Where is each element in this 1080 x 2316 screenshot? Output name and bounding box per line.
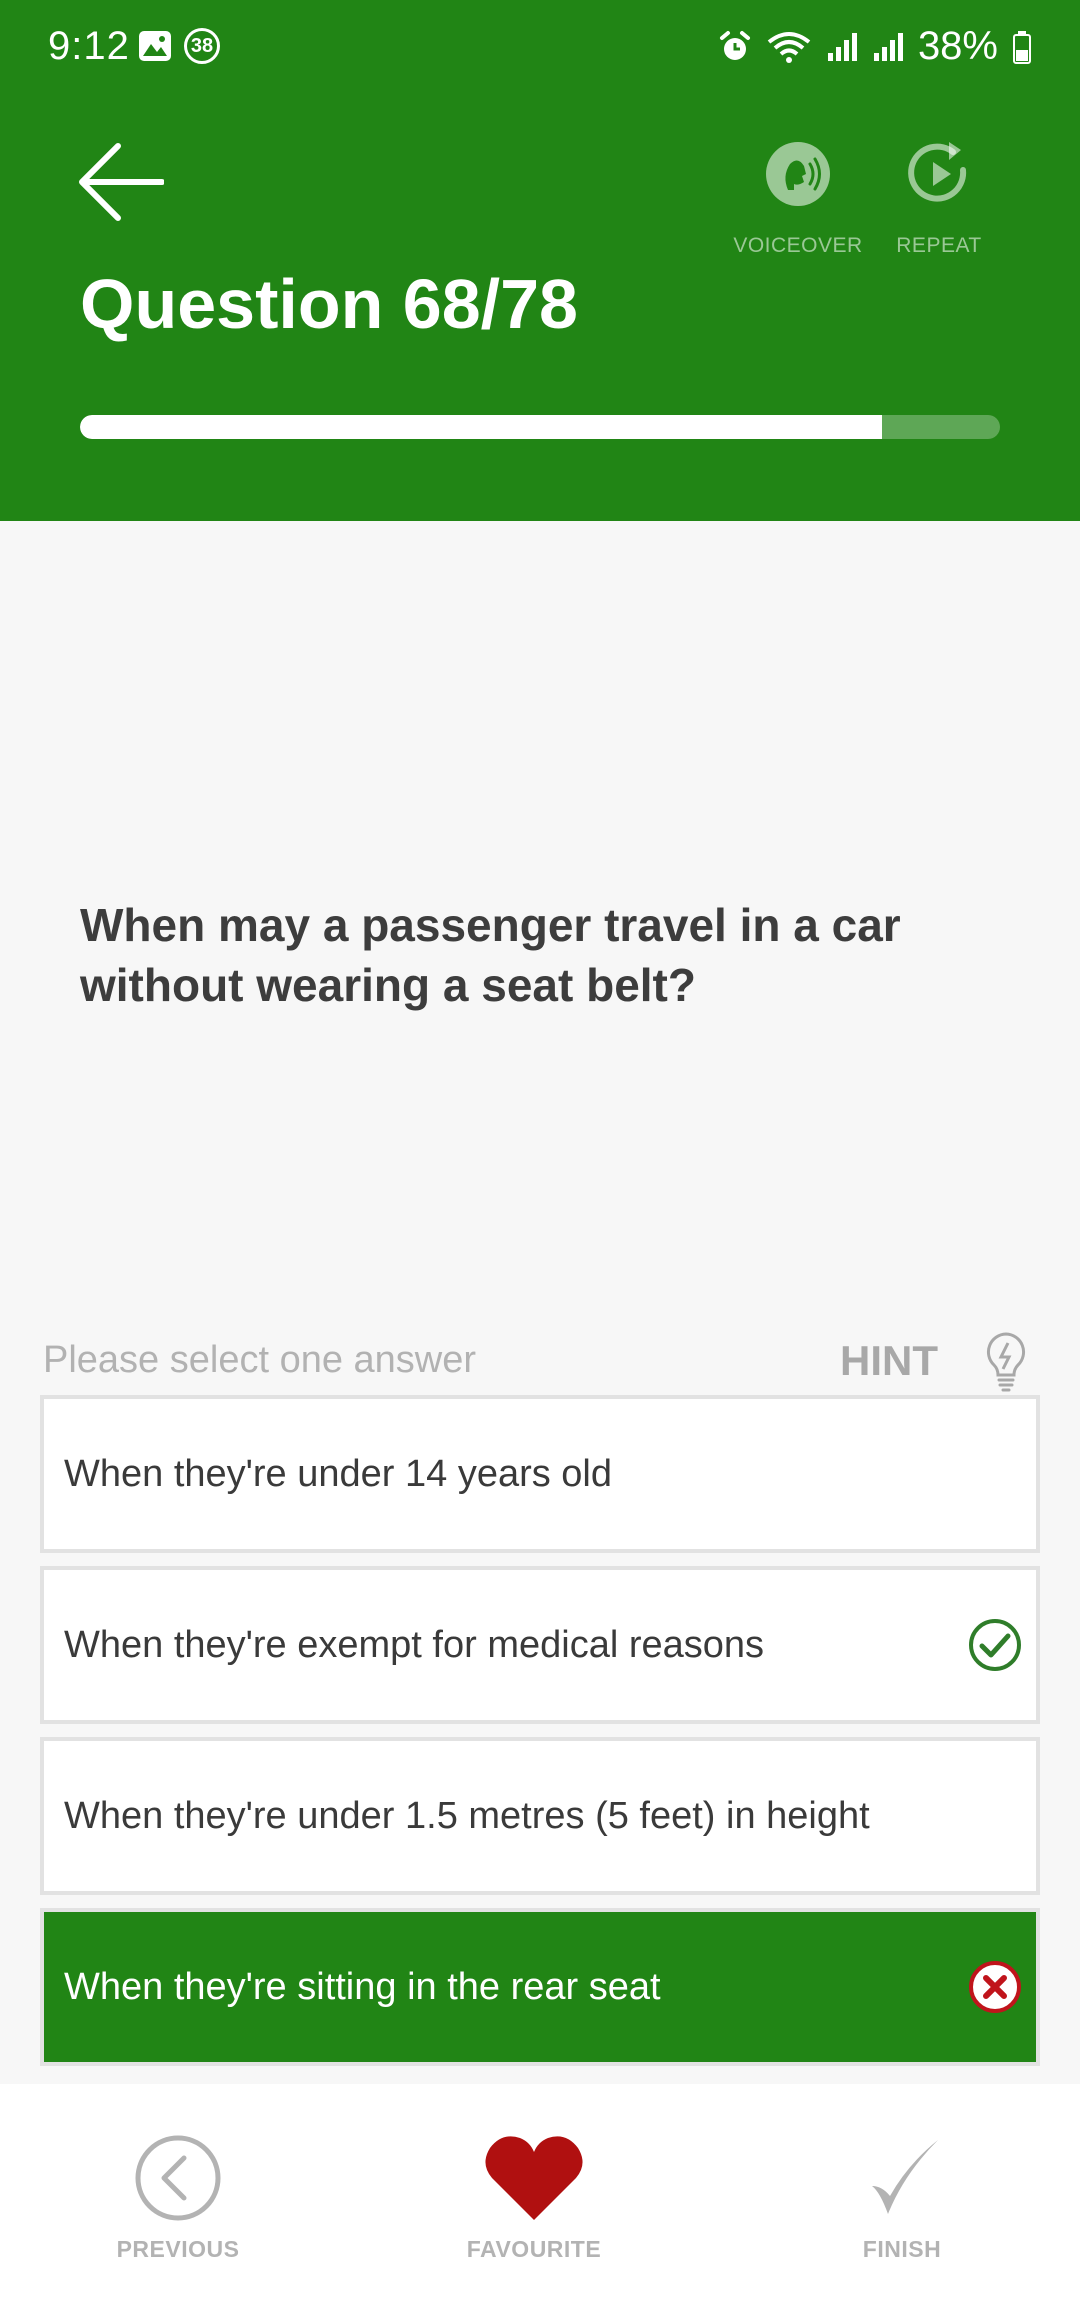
header: 9:12 38 38% VOICEOVER REPEAT Question 68… (0, 0, 1080, 521)
voiceover-label: VOICEOVER (733, 234, 863, 257)
favourite-button[interactable]: FAVOURITE (434, 2134, 634, 2263)
select-answer-prompt: Please select one answer (43, 1339, 477, 1381)
prompt-row: Please select one answer HINT (43, 1332, 1038, 1395)
finish-button[interactable]: FINISH (802, 2134, 1002, 2263)
voiceover-icon (766, 142, 830, 206)
status-bar: 9:12 38 38% (0, 0, 1080, 96)
previous-label: PREVIOUS (116, 2236, 240, 2262)
hint-button[interactable]: HINT (840, 1337, 938, 1385)
answer-list: When they're under 14 years old When the… (40, 1395, 1040, 2079)
answer-option-2[interactable]: When they're exempt for medical reasons (40, 1566, 1040, 1724)
checkmark-icon (872, 2140, 938, 2214)
answer-option-4[interactable]: When they're sitting in the rear seat (40, 1908, 1040, 2066)
progress-bar (80, 415, 1000, 439)
answer-text: When they're under 14 years old (64, 1452, 613, 1495)
finish-label: FINISH (862, 2236, 942, 2262)
answer-text: When they're exempt for medical reasons (64, 1623, 765, 1666)
status-left-icons: 38 (138, 28, 220, 64)
question-text: When may a passenger travel in a car wit… (80, 899, 901, 1011)
answer-option-3[interactable]: When they're under 1.5 metres (5 feet) i… (40, 1737, 1040, 1895)
favourite-label: FAVOURITE (466, 2236, 602, 2262)
heart-icon (485, 2136, 583, 2220)
signal-icon (827, 32, 857, 61)
status-time: 9:12 (48, 24, 130, 68)
answer-text: When they're under 1.5 metres (5 feet) i… (64, 1794, 870, 1837)
previous-button[interactable]: PREVIOUS (78, 2134, 278, 2263)
battery-icon (1013, 30, 1031, 64)
correct-check-icon (969, 1619, 1021, 1671)
answer-text: When they're sitting in the rear seat (64, 1965, 661, 2008)
status-right-icons: 38% (718, 24, 1032, 69)
repeat-icon (908, 142, 967, 202)
progress-fill (80, 415, 883, 439)
back-arrow-icon[interactable] (78, 142, 164, 222)
lightbulb-icon[interactable] (984, 1331, 1028, 1393)
voiceover-button[interactable]: VOICEOVER (733, 140, 863, 258)
repeat-label: REPEAT (896, 234, 982, 257)
signal-icon-2 (873, 32, 903, 61)
battery-percent: 38% (917, 24, 998, 68)
answer-option-1[interactable]: When they're under 14 years old (40, 1395, 1040, 1553)
alarm-icon (719, 30, 750, 60)
wifi-icon (767, 31, 811, 63)
wrong-cross-icon (969, 1961, 1021, 2013)
gallery-icon (139, 31, 171, 61)
chevron-left-circle-icon (135, 2135, 221, 2221)
page-title: Question 68/78 (80, 265, 578, 343)
notification-badge: 38 (184, 28, 220, 64)
bottom-navigation: PREVIOUS FAVOURITE FINISH (0, 2084, 1080, 2316)
repeat-button[interactable]: REPEAT (874, 140, 1004, 258)
